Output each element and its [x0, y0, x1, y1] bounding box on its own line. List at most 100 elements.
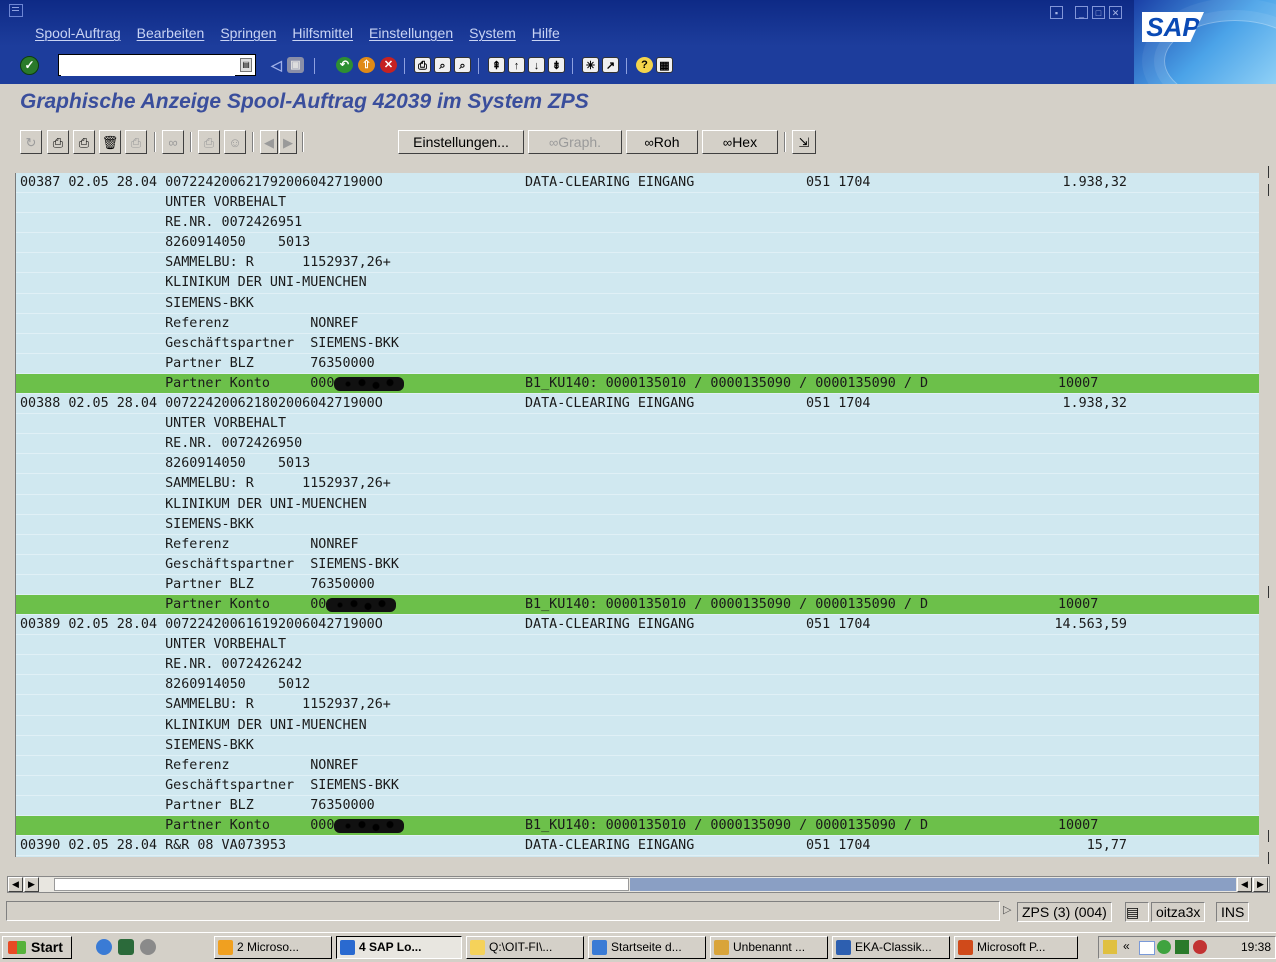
- list-row[interactable]: 8260914050 5013: [16, 454, 1259, 475]
- help-icon[interactable]: ?: [636, 57, 653, 73]
- maximize-icon[interactable]: □: [1092, 6, 1105, 19]
- list-row[interactable]: SIEMENS-BKK: [16, 736, 1259, 756]
- next-page-icon[interactable]: ↓: [528, 57, 545, 73]
- list-row[interactable]: KLINIKUM DER UNI-MUENCHEN: [16, 495, 1259, 515]
- list-row[interactable]: KLINIKUM DER UNI-MUENCHEN: [16, 273, 1259, 294]
- list-row[interactable]: 00390 02.05 28.04 R&R 08 VA073953 DATA-CL…: [16, 836, 1259, 857]
- task-sap[interactable]: 4 SAP Lo...: [336, 936, 462, 959]
- raw-button[interactable]: ∞ Roh: [626, 130, 698, 154]
- list-row[interactable]: RE.NR. 0072426242: [16, 655, 1259, 676]
- display-button[interactable]: ∞: [162, 130, 184, 154]
- list-row[interactable]: UNTER VORBEHALT: [16, 414, 1259, 435]
- delete-button[interactable]: 🗑: [99, 130, 121, 154]
- list-row[interactable]: SIEMENS-BKK: [16, 515, 1259, 535]
- media-icon[interactable]: [140, 939, 156, 955]
- list-row[interactable]: 8260914050 5012: [16, 675, 1259, 696]
- menu-hilfsmittel[interactable]: Hilfsmittel: [292, 25, 353, 41]
- new-session-icon[interactable]: ▪: [1050, 6, 1063, 19]
- list-row[interactable]: 8260914050 5013: [16, 233, 1259, 254]
- list-row[interactable]: Referenz NONREF: [16, 314, 1259, 334]
- scroll-end-right-icon[interactable]: ▶: [1253, 877, 1268, 892]
- find-next-icon[interactable]: ⌕: [454, 57, 471, 73]
- task-word[interactable]: EKA-Classik...: [832, 936, 950, 959]
- list-row[interactable]: RE.NR. 0072426951: [16, 213, 1259, 234]
- customize-layout-icon[interactable]: ▦: [656, 57, 673, 73]
- list-row[interactable]: SAMMELBU: R 1152937,26+: [16, 695, 1259, 716]
- list-row[interactable]: SIEMENS-BKK: [16, 294, 1259, 314]
- last-page-icon[interactable]: ⇟: [548, 57, 565, 73]
- list-row[interactable]: Referenz NONREF: [16, 535, 1259, 555]
- refresh-button[interactable]: ↻: [20, 130, 42, 154]
- menu-springen[interactable]: Springen: [220, 25, 276, 41]
- spool-list[interactable]: 00387 02.05 28.04 0072242006217920060427…: [15, 173, 1259, 857]
- minimize-icon[interactable]: _: [1075, 6, 1088, 19]
- list-row[interactable]: 00387 02.05 28.04 0072242006217920060427…: [16, 173, 1259, 194]
- find-icon[interactable]: ⌕: [434, 57, 451, 73]
- previous-page-icon[interactable]: ↑: [508, 57, 525, 73]
- exit-icon[interactable]: ⇧: [358, 57, 375, 73]
- list-row[interactable]: Partner BLZ 76350000: [16, 354, 1259, 374]
- back-icon[interactable]: ↶: [336, 57, 353, 73]
- menu-spool-auftrag[interactable]: Spool-Auftrag: [35, 25, 121, 41]
- export-button[interactable]: ⇲: [792, 130, 816, 154]
- tray-help-icon[interactable]: [1103, 940, 1117, 954]
- list-row[interactable]: UNTER VORBEHALT: [16, 193, 1259, 214]
- system-menu-icon[interactable]: [9, 4, 23, 17]
- insert-mode[interactable]: INS: [1216, 902, 1250, 922]
- list-row-highlight[interactable]: Partner Konto 000 B1_KU140: 0000135010 / …: [16, 816, 1259, 837]
- ie-icon[interactable]: [96, 939, 112, 955]
- settings-button[interactable]: Einstellungen...: [398, 130, 524, 154]
- menu-bearbeiten[interactable]: Bearbeiten: [137, 25, 205, 41]
- print-icon[interactable]: ⎙: [414, 57, 431, 73]
- first-page-icon[interactable]: ⇞: [488, 57, 505, 73]
- print-attributes-button[interactable]: ⎙: [125, 130, 147, 154]
- previous-button[interactable]: ◀: [260, 130, 278, 154]
- graph-button[interactable]: ∞ Graph.: [528, 130, 622, 154]
- task-explorer[interactable]: Q:\OIT-FI\...: [466, 936, 584, 959]
- scroll-right-icon[interactable]: ▶: [24, 877, 39, 892]
- scroll-thumb[interactable]: [54, 878, 629, 891]
- list-row[interactable]: KLINIKUM DER UNI-MUENCHEN: [16, 716, 1259, 736]
- task-outlook[interactable]: 2 Microso...: [214, 936, 332, 959]
- next-button[interactable]: ▶: [279, 130, 297, 154]
- network-icon[interactable]: [1175, 940, 1189, 954]
- command-input[interactable]: [61, 56, 235, 76]
- cancel-icon[interactable]: ✕: [380, 57, 397, 73]
- list-row[interactable]: Geschäftspartner SIEMENS-BKK: [16, 776, 1259, 796]
- session-list-icon[interactable]: ▤: [1125, 902, 1149, 922]
- system-info[interactable]: ZPS (3) (004): [1017, 902, 1112, 922]
- close-icon[interactable]: ✕: [1109, 6, 1122, 19]
- security-icon[interactable]: [1193, 940, 1207, 954]
- list-row[interactable]: Referenz NONREF: [16, 756, 1259, 776]
- save-icon[interactable]: ▣: [287, 57, 304, 73]
- list-row[interactable]: SAMMELBU: R 1152937,26+: [16, 253, 1259, 274]
- output-button[interactable]: ⎙: [198, 130, 220, 154]
- list-row[interactable]: Geschäftspartner SIEMENS-BKK: [16, 334, 1259, 354]
- list-row[interactable]: UNTER VORBEHALT: [16, 635, 1259, 656]
- create-session-icon[interactable]: ✳: [582, 57, 599, 73]
- tray-expand-icon[interactable]: «: [1123, 939, 1130, 953]
- list-row[interactable]: Partner BLZ 76350000: [16, 796, 1259, 816]
- task-powerpoint[interactable]: Microsoft P...: [954, 936, 1078, 959]
- back-triangle-icon[interactable]: ◁: [268, 57, 285, 73]
- enter-icon[interactable]: ✓: [20, 56, 39, 75]
- start-button[interactable]: Start: [2, 936, 72, 959]
- mail-icon[interactable]: [1139, 941, 1155, 955]
- list-row[interactable]: 00389 02.05 28.04 0072242006161920060427…: [16, 615, 1259, 636]
- list-row[interactable]: Partner BLZ 76350000: [16, 575, 1259, 595]
- list-row[interactable]: RE.NR. 0072426950: [16, 434, 1259, 455]
- list-row-highlight[interactable]: Partner Konto 000 B1_KU140: 0000135010 / …: [16, 373, 1259, 395]
- menu-hilfe[interactable]: Hilfe: [532, 25, 560, 41]
- scroll-track[interactable]: [630, 878, 1236, 891]
- list-row[interactable]: 00388 02.05 28.04 0072242006218020060427…: [16, 394, 1259, 415]
- menu-einstellungen[interactable]: Einstellungen: [369, 25, 453, 41]
- shortcut-icon[interactable]: ↗: [602, 57, 619, 73]
- app-icon[interactable]: [118, 939, 134, 955]
- horizontal-scrollbar[interactable]: ◀ ▶ ◀ ▶: [7, 876, 1270, 893]
- task-browser[interactable]: Startseite d...: [588, 936, 706, 959]
- menu-system[interactable]: System: [469, 25, 516, 41]
- command-history-icon[interactable]: ▤: [240, 58, 252, 72]
- list-row[interactable]: Geschäftspartner SIEMENS-BKK: [16, 555, 1259, 575]
- list-row[interactable]: SAMMELBU: R 1152937,26+: [16, 474, 1259, 495]
- scroll-end-left-icon[interactable]: ◀: [1237, 877, 1252, 892]
